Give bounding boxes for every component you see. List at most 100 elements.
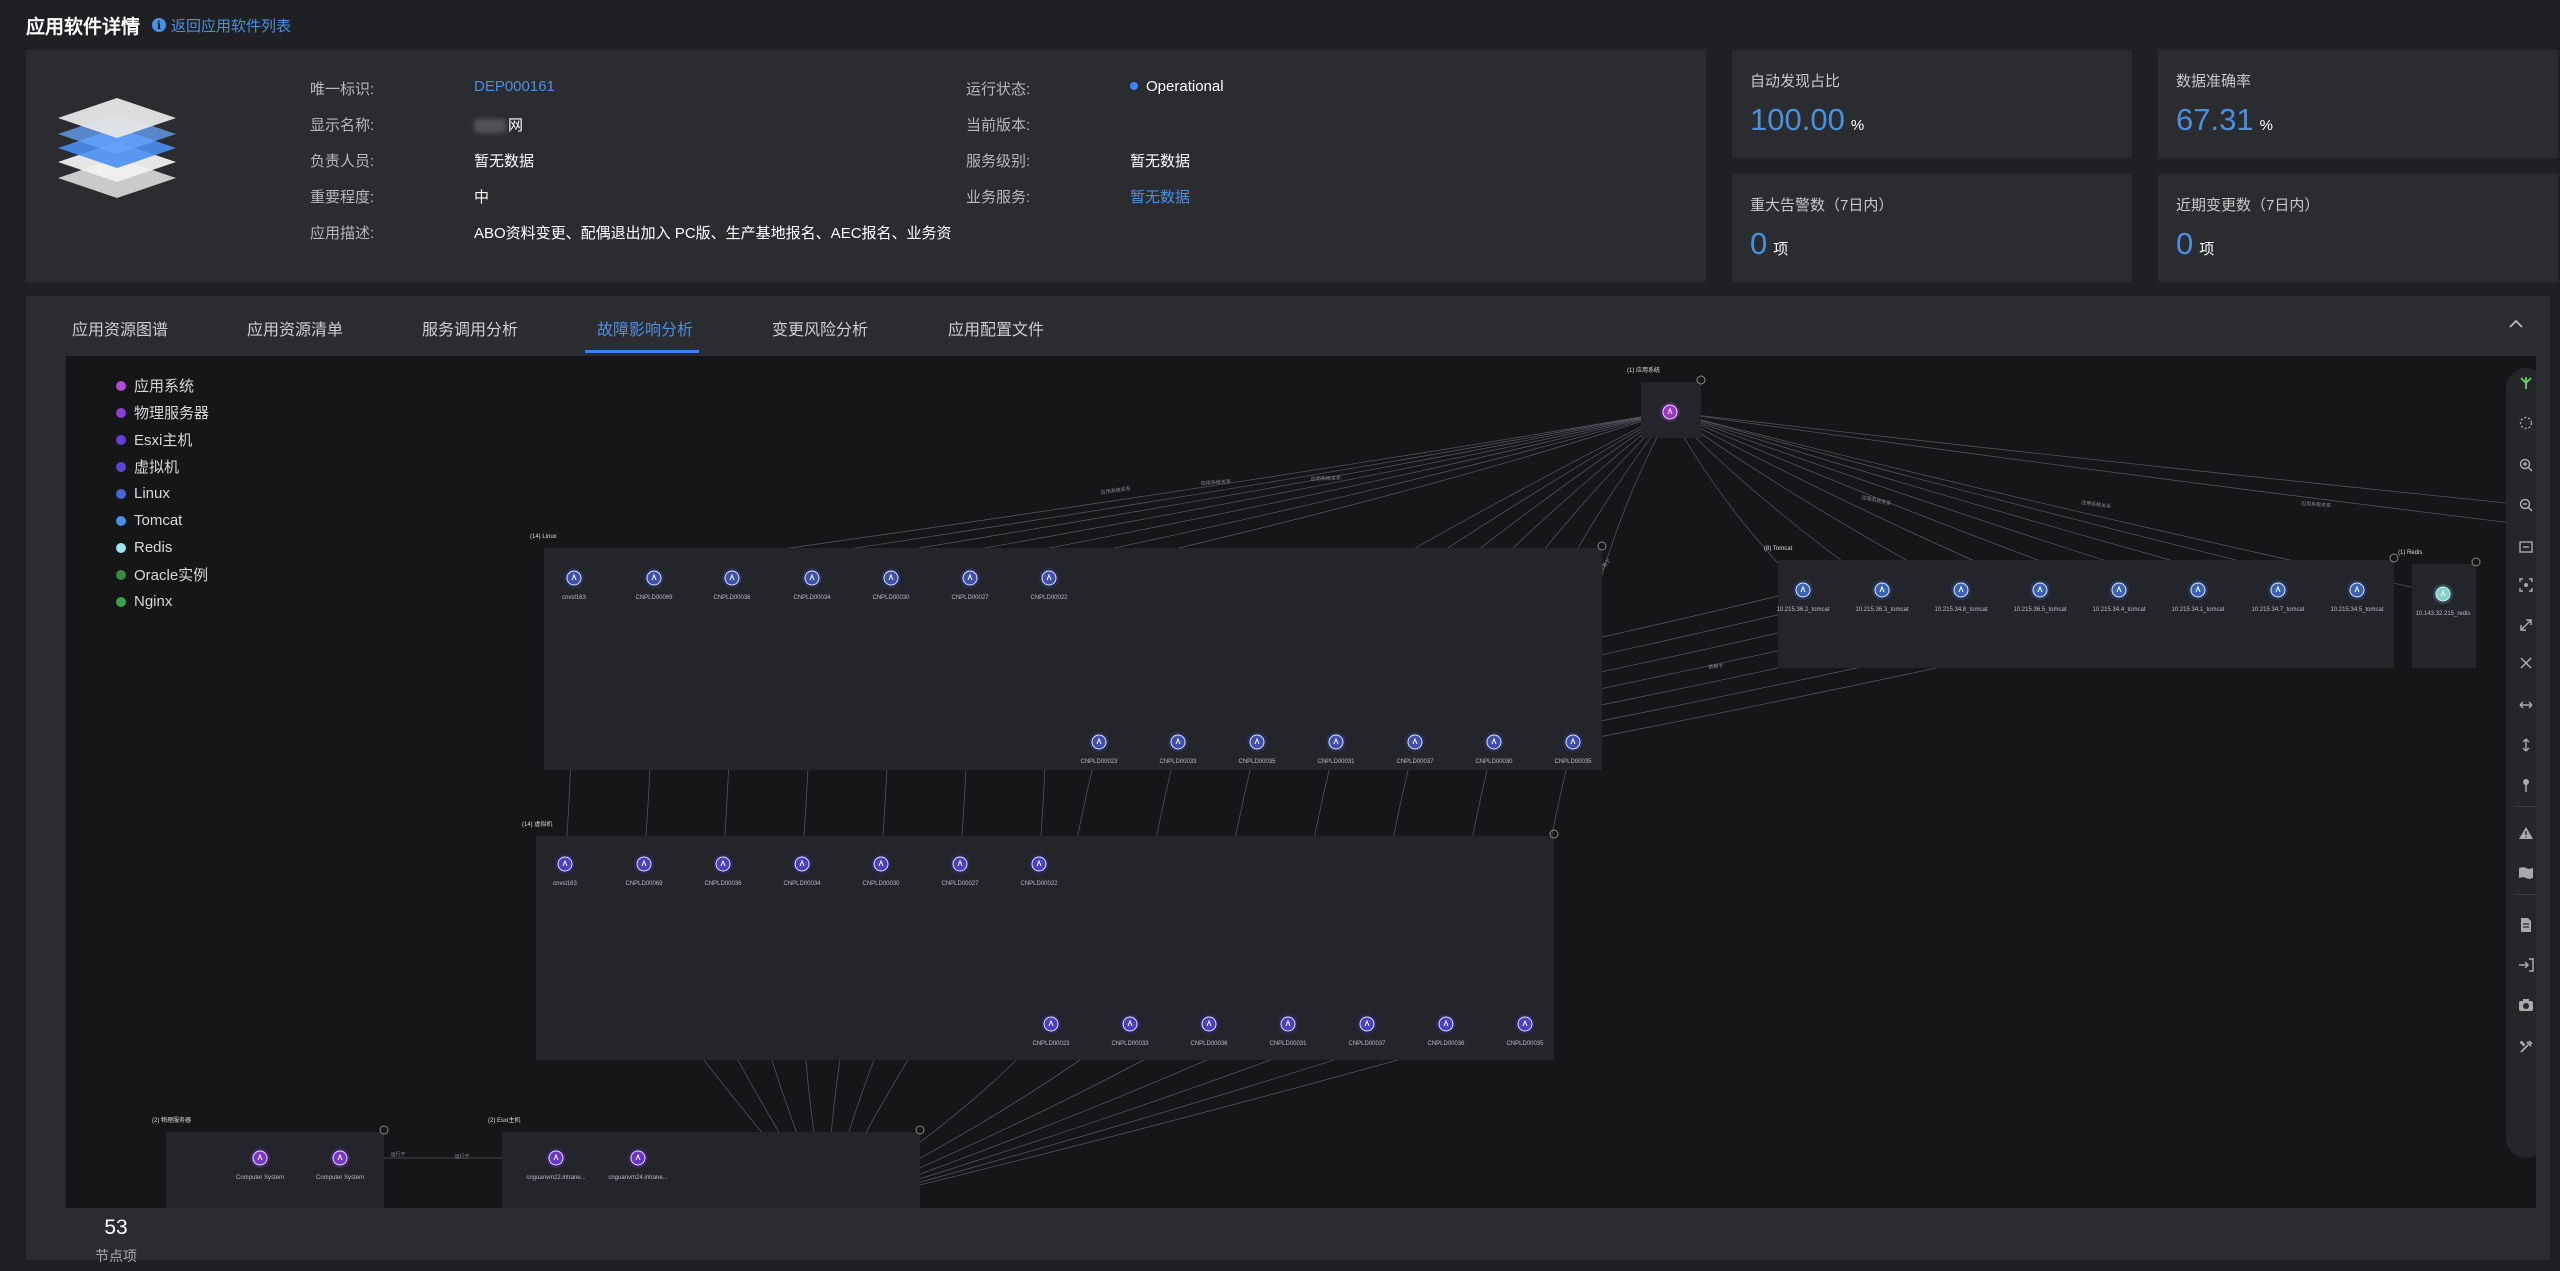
stat-title: 重大告警数（7日内） — [1750, 197, 1894, 214]
node-label: CNPLD00022 — [1020, 881, 1058, 887]
branch-icon[interactable] — [2506, 368, 2536, 398]
node-icon — [2435, 586, 2451, 602]
node-icon — [630, 1150, 646, 1166]
expand-icon[interactable] — [2506, 610, 2536, 640]
node-label: CNPLD00036 — [704, 881, 742, 887]
legend-dot — [116, 380, 126, 391]
legend-item-8[interactable]: Nginx — [116, 588, 209, 615]
graph-node[interactable] — [1660, 402, 1680, 422]
shrink-icon[interactable] — [2506, 648, 2536, 678]
toolbar-separator — [2514, 806, 2536, 807]
node-icon — [2349, 582, 2365, 598]
left-value-2: 暂无数据 — [474, 150, 534, 171]
linux-group-label: (14) Linux — [530, 534, 557, 540]
left-label-3: 重要程度: — [310, 189, 375, 206]
tab-5[interactable]: 应用配置文件 — [948, 316, 1044, 340]
right-value-3[interactable]: 暂无数据 — [1130, 186, 1190, 207]
alert-icon[interactable] — [2506, 818, 2536, 848]
vertical-icon[interactable] — [2506, 730, 2536, 760]
tab-4[interactable]: 变更风险分析 — [772, 316, 868, 340]
node-icon — [2190, 582, 2206, 598]
node-label: cnguanvm24.intrane... — [608, 1175, 668, 1181]
fault-impact-graph[interactable]: 应用系统关系 应用系统关系 应用系统关系 应用系统关系 应用系统关系 应用系统关系 依赖于依… — [66, 356, 2536, 1208]
left-label-1: 显示名称: — [310, 117, 375, 134]
stat-number: 67.31 — [2176, 102, 2254, 137]
topology-canvas[interactable]: 应用系统关系应用系统关系 应用系统关系应用系统关系 应用系统关系 应用系统关系依赖于依… — [66, 356, 2536, 1208]
legend-item-4[interactable]: Linux — [116, 480, 209, 507]
node-label: CNPLD00030 — [1475, 759, 1513, 765]
legend-item-5[interactable]: Tomcat — [116, 507, 209, 534]
legend-item-3[interactable]: 虚拟机 — [116, 453, 209, 480]
node-icon — [1486, 734, 1502, 750]
node-icon — [636, 856, 652, 872]
info-icon: i — [152, 18, 167, 32]
document-icon[interactable] — [2506, 910, 2536, 940]
app-system-group: (1) 应用系统 — [1627, 366, 1706, 438]
left-label-2: 负责人员: — [310, 153, 375, 170]
node-icon — [548, 1150, 564, 1166]
esxi-group-label: (2) Esxi主机 — [488, 1116, 520, 1124]
node-label: 10.215.34.4_tomcat — [2092, 607, 2145, 613]
horizontal-icon[interactable] — [2506, 690, 2536, 720]
stat-value: 100.00% — [1750, 102, 1864, 138]
node-icon — [1031, 856, 1047, 872]
zoom-out-icon[interactable] — [2506, 490, 2536, 520]
left-value-4: ABO资料变更、配偶退出加入 PC版、生产基地报名、AEC报名、业务资 — [474, 222, 952, 243]
right-value-text-0: Operational — [1146, 78, 1224, 95]
right-label-1: 当前版本: — [966, 117, 1031, 134]
graph-edge — [1669, 411, 2536, 507]
node-label: CNPLD00033 — [1111, 1041, 1149, 1047]
pin-icon[interactable] — [2506, 770, 2536, 800]
node-icon — [1091, 734, 1107, 750]
fit-view-icon[interactable] — [2506, 532, 2536, 562]
node-icon — [715, 856, 731, 872]
node-label: 10.215.36.2_tomcat — [1776, 607, 1829, 613]
legend-label: 虚拟机 — [134, 459, 180, 476]
left-value-text-3: 中 — [474, 189, 490, 206]
tab-2[interactable]: 服务调用分析 — [422, 316, 518, 340]
legend-label: 物理服务器 — [134, 405, 210, 422]
legend-dot — [116, 569, 126, 580]
left-value-0[interactable]: DEP000161 — [474, 78, 555, 95]
node-label: CNPLD00022 — [1030, 595, 1068, 601]
stat-number: 0 — [1750, 226, 1768, 261]
back-link[interactable]: i 返回应用软件列表 — [152, 15, 291, 36]
real-size-icon[interactable] — [2506, 570, 2536, 600]
tab-3[interactable]: 故障影响分析 — [597, 316, 693, 340]
node-icon — [794, 856, 810, 872]
right-value-2: 暂无数据 — [1130, 150, 1190, 171]
camera-icon[interactable] — [2506, 990, 2536, 1020]
import-icon[interactable] — [2506, 950, 2536, 980]
tab-1[interactable]: 应用资源清单 — [247, 316, 343, 340]
left-value-text-4: ABO资料变更、配偶退出加入 PC版、生产基地报名、AEC报名、业务资 — [474, 225, 952, 242]
legend-item-0[interactable]: 应用系统 — [116, 372, 209, 399]
node-label: CNPLD00033 — [1159, 759, 1197, 765]
stat-unit: % — [2259, 117, 2273, 134]
tab-section: 应用资源图谱 应用资源清单 服务调用分析 故障影响分析 变更风险分析 应用配置文件 应用系… — [26, 296, 2550, 1264]
tab-0[interactable]: 应用资源图谱 — [72, 316, 168, 340]
node-label: 10.215.34.5_tomcat — [2330, 607, 2383, 613]
node-label: CNPLD00023 — [1032, 1041, 1070, 1047]
tools-icon[interactable] — [2506, 1032, 2536, 1062]
legend-item-1[interactable]: 物理服务器 — [116, 399, 209, 426]
map-icon[interactable] — [2506, 858, 2536, 888]
chevron-up-icon[interactable] — [2506, 314, 2526, 334]
legend-label: Oracle实例 — [134, 567, 209, 584]
lasso-icon[interactable] — [2506, 408, 2536, 438]
edge-label: 运行于 — [390, 1151, 405, 1158]
status-dot — [1130, 82, 1138, 91]
node-label: CNPLD00027 — [951, 595, 989, 601]
node-label: CNPLD00027 — [941, 881, 979, 887]
node-label: CNPLD00036 — [1427, 1041, 1465, 1047]
legend-item-2[interactable]: Esxi主机 — [116, 426, 209, 453]
node-label: 10.215.34.7_tomcat — [2251, 607, 2304, 613]
node-icon — [1407, 734, 1423, 750]
legend-item-7[interactable]: Oracle实例 — [116, 561, 209, 588]
edge-label: 应用系统关系 — [1100, 485, 1131, 496]
zoom-in-icon[interactable] — [2506, 450, 2536, 480]
legend-label: Redis — [134, 539, 173, 556]
left-value-text-0: DEP000161 — [474, 78, 555, 95]
legend-dot — [116, 542, 126, 553]
legend-item-6[interactable]: Redis — [116, 534, 209, 561]
toolbar-separator — [2514, 894, 2536, 895]
